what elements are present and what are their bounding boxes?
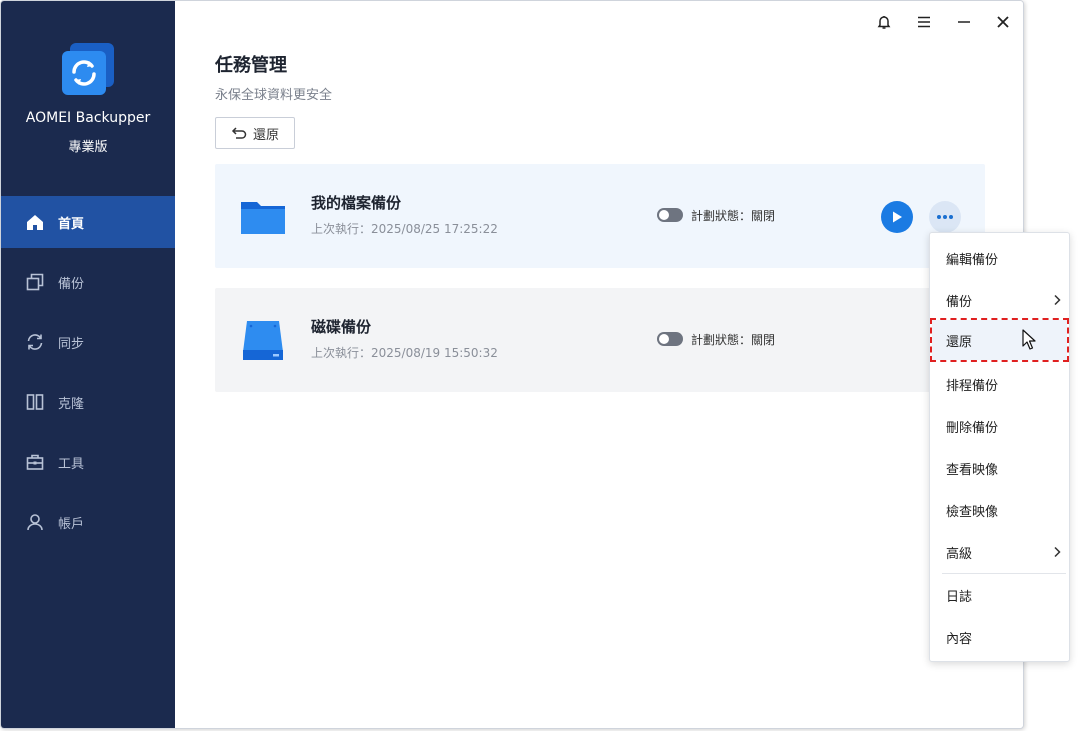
menu-item-restore[interactable]: 還原 <box>930 318 1069 362</box>
menu-item-label: 查看映像 <box>946 462 999 478</box>
schedule-status: 計劃狀態：關閉 <box>691 209 776 223</box>
page-title: 任務管理 <box>215 55 287 76</box>
menu-item-properties[interactable]: 內容 <box>930 618 1069 656</box>
app-window: AOMEI Backupper 專業版 首頁 備份 同步 克隆 工具 帳戶 任務… <box>0 0 1024 729</box>
main-panel: 任務管理 永保全球資料更安全 還原 我的檔案備份 上次執行：2025/08/25… <box>175 1 1023 728</box>
disk-icon <box>243 321 283 360</box>
play-icon <box>893 211 902 223</box>
menu-item-delete-backup[interactable]: 刪除備份 <box>930 407 1069 445</box>
sidebar-item-home[interactable]: 首頁 <box>1 196 175 248</box>
schedule-toggle[interactable] <box>657 208 683 222</box>
close-icon[interactable] <box>992 11 1014 33</box>
more-icon <box>937 215 953 219</box>
sidebar-item-backup[interactable]: 備份 <box>1 256 175 308</box>
task-last-run: 上次執行：2025/08/19 15:50:32 <box>311 346 498 360</box>
sidebar-item-tools[interactable]: 工具 <box>1 436 175 488</box>
task-name: 我的檔案備份 <box>311 194 402 212</box>
menu-item-label: 排程備份 <box>946 378 999 394</box>
menu-item-backup[interactable]: 備份 <box>930 281 1069 319</box>
menu-item-check-image[interactable]: 檢查映像 <box>930 491 1069 529</box>
sidebar-item-label: 同步 <box>58 336 85 352</box>
menu-item-edit-backup[interactable]: 編輯備份 <box>930 239 1069 277</box>
menu-item-log[interactable]: 日誌 <box>930 576 1069 614</box>
menu-item-label: 內容 <box>946 631 973 647</box>
sidebar-item-label: 克隆 <box>58 396 85 412</box>
sidebar-item-account[interactable]: 帳戶 <box>1 496 175 548</box>
toolbox-icon <box>26 454 44 470</box>
task-last-run: 上次執行：2025/08/25 17:25:22 <box>311 222 498 236</box>
user-icon <box>27 514 43 531</box>
restore-button-label: 還原 <box>252 127 279 143</box>
menu-item-label: 日誌 <box>946 589 973 605</box>
sidebar-item-label: 首頁 <box>58 216 85 232</box>
menu-item-label: 檢查映像 <box>946 504 999 520</box>
task-card[interactable]: 我的檔案備份 上次執行：2025/08/25 17:25:22 計劃狀態：關閉 <box>215 164 985 268</box>
task-card[interactable]: 磁碟備份 上次執行：2025/08/19 15:50:32 計劃狀態：關閉 <box>215 288 985 392</box>
sync-icon <box>27 334 43 350</box>
sidebar-item-sync[interactable]: 同步 <box>1 316 175 368</box>
sidebar: AOMEI Backupper 專業版 首頁 備份 同步 克隆 工具 帳戶 <box>1 1 175 728</box>
app-edition: 專業版 <box>68 140 108 155</box>
clone-icon <box>26 394 44 410</box>
task-name: 磁碟備份 <box>311 318 372 336</box>
menu-item-label: 刪除備份 <box>946 420 999 436</box>
minimize-icon[interactable] <box>953 11 975 33</box>
menu-separator <box>942 573 1066 574</box>
sidebar-item-label: 備份 <box>58 276 85 292</box>
sidebar-item-clone[interactable]: 克隆 <box>1 376 175 428</box>
app-name: AOMEI Backupper <box>25 110 151 126</box>
sidebar-item-label: 帳戶 <box>58 516 85 532</box>
menu-item-label: 高級 <box>946 546 973 562</box>
folder-icon <box>241 202 285 234</box>
menu-item-label: 編輯備份 <box>946 252 999 268</box>
chevron-right-icon <box>1054 546 1061 558</box>
undo-icon <box>231 127 247 139</box>
schedule-status: 計劃狀態：關閉 <box>691 333 776 347</box>
sync-logo-icon <box>62 43 114 95</box>
context-menu: 編輯備份 備份 還原 排程備份 刪除備份 查看映像 檢查映像 高級 日誌 內容 <box>929 232 1070 662</box>
schedule-toggle[interactable] <box>657 332 683 346</box>
more-options-button[interactable] <box>929 201 961 233</box>
menu-item-label: 還原 <box>946 334 973 350</box>
sidebar-item-label: 工具 <box>58 456 85 472</box>
page-subtitle: 永保全球資料更安全 <box>215 88 333 103</box>
menu-item-advanced[interactable]: 高級 <box>930 533 1069 571</box>
menu-icon[interactable] <box>913 11 935 33</box>
home-icon <box>27 215 43 230</box>
menu-item-view-image[interactable]: 查看映像 <box>930 449 1069 487</box>
copy-icon <box>26 273 44 291</box>
menu-item-label: 備份 <box>946 294 973 310</box>
chevron-right-icon <box>1054 294 1061 306</box>
menu-item-schedule-backup[interactable]: 排程備份 <box>930 365 1069 403</box>
bell-icon[interactable] <box>873 11 895 33</box>
run-button[interactable] <box>881 201 913 233</box>
restore-button[interactable]: 還原 <box>215 117 295 149</box>
mouse-pointer-icon <box>1022 329 1036 350</box>
